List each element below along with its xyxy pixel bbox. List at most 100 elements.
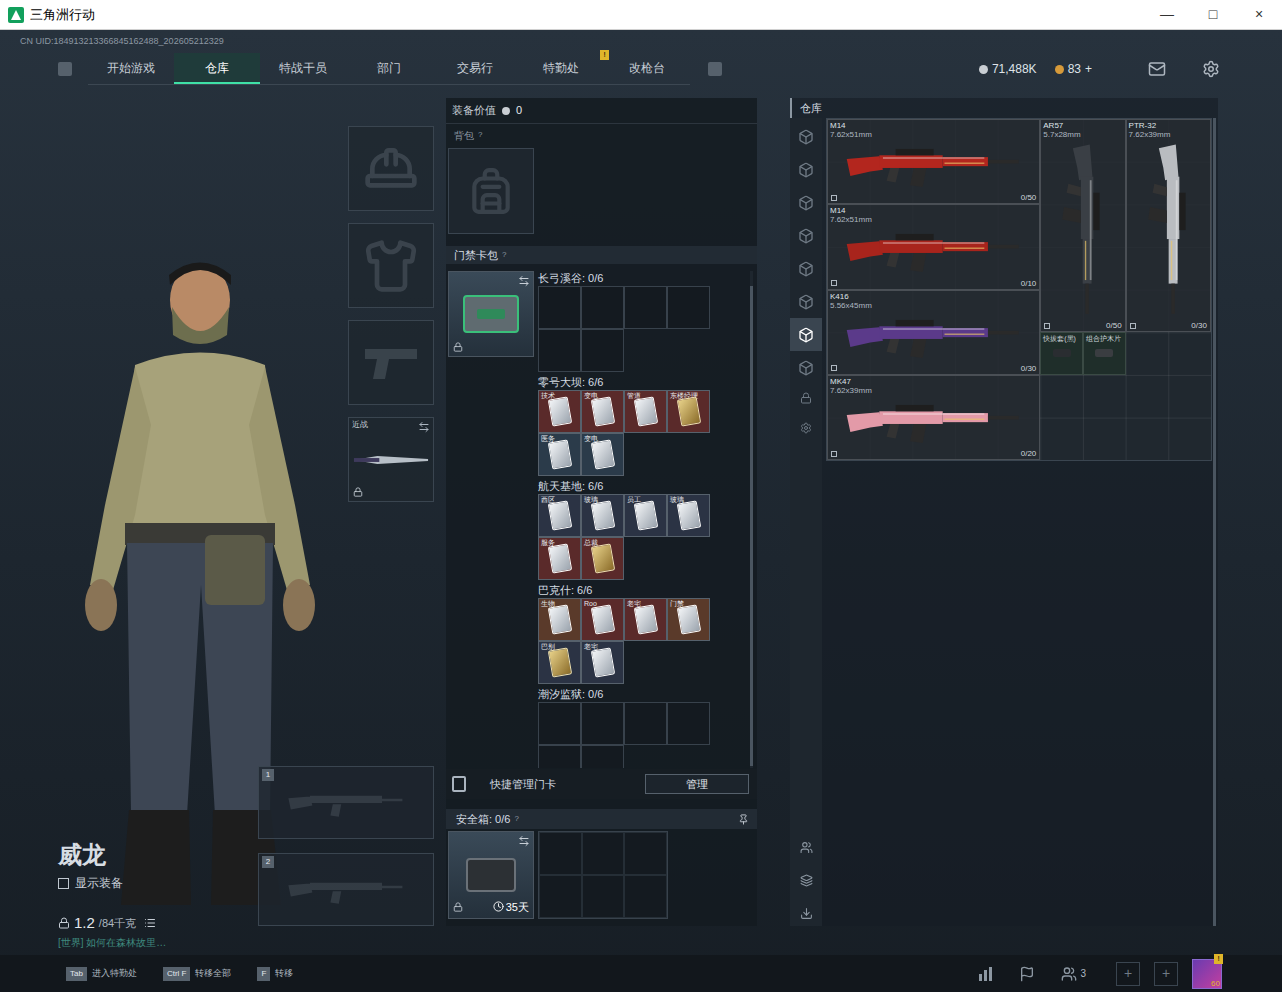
pistol-slot[interactable] [348,320,434,405]
party-slot[interactable]: + [1154,962,1178,986]
keycard-cell[interactable]: Roo [581,598,624,641]
gear-icon[interactable] [1202,60,1220,78]
backpack-slot[interactable] [448,148,534,234]
manage-button[interactable]: 管理 [645,774,749,794]
flag-icon[interactable] [1019,966,1035,982]
empty-keycard-cell[interactable] [538,329,581,372]
weapon-slot[interactable]: 1 [258,766,434,839]
keycard-cell[interactable]: 玻璃 [581,494,624,537]
nav-tab[interactable]: 部门 [346,53,432,84]
nav-tab[interactable]: 仓库 [174,53,260,84]
swap-icon[interactable] [518,835,530,847]
weapon-item[interactable]: MK477.62x39mm0/20 [827,375,1040,460]
warehouse-tab[interactable] [790,351,822,384]
warehouse-tab[interactable] [790,285,822,318]
weapon-item[interactable]: PTR-327.62x39mm0/30 [1126,119,1211,332]
team-storage-icon[interactable] [800,841,813,854]
window-control-button[interactable]: × [1236,0,1282,29]
safe-box-cell[interactable] [582,875,625,918]
mail-icon[interactable] [1148,60,1166,78]
safe-box-cell[interactable] [582,832,625,875]
weapon-item[interactable]: M147.62x51mm0/50 [827,119,1040,204]
warehouse-tab[interactable] [790,186,822,219]
safe-box-slot[interactable]: 35天 [448,831,534,919]
empty-keycard-cell[interactable] [538,702,581,745]
nav-tab[interactable]: 改枪台 [604,53,690,84]
weight-details-icon[interactable] [144,917,156,929]
help-mark[interactable]: ? [502,249,506,261]
keycard-cell[interactable]: 管道 [624,390,667,433]
nav-prev-icon[interactable] [58,62,72,76]
nav-tab[interactable]: 特勤处! [518,53,604,84]
keycard-cell[interactable]: 老宅 [624,598,667,641]
keycard-cell[interactable]: 门禁 [667,598,710,641]
key-hint[interactable]: Tab进入特勤处 [66,967,137,981]
gear-icon[interactable] [800,422,812,434]
empty-keycard-cell[interactable] [538,286,581,329]
nav-next-icon[interactable] [708,62,722,76]
warehouse-scrollbar[interactable] [1213,118,1216,926]
empty-keycard-cell[interactable] [581,286,624,329]
swap-icon[interactable] [518,275,530,287]
empty-keycard-cell[interactable] [581,745,624,768]
safe-box-cell[interactable] [539,832,582,875]
keycard-case[interactable] [448,271,534,357]
sort-icon[interactable] [800,907,813,920]
player-avatar[interactable]: !60 [1192,959,1222,989]
empty-keycard-cell[interactable] [581,702,624,745]
token-add[interactable]: + [1085,60,1092,78]
keycard-cell[interactable]: 技术 [538,390,581,433]
keycard-cell[interactable]: 总裁 [581,537,624,580]
key-hint[interactable]: Ctrl F转移全部 [163,967,232,981]
weapon-item[interactable]: K4165.56x45mm0/30 [827,290,1040,375]
party-slot[interactable]: + [1116,962,1140,986]
empty-keycard-cell[interactable] [624,702,667,745]
empty-keycard-cell[interactable] [667,702,710,745]
helmet-slot[interactable] [348,126,434,211]
warehouse-tab[interactable] [790,219,822,252]
weapon-slot[interactable]: 2 [258,853,434,926]
keycard-cell[interactable]: 巴别 [538,641,581,684]
part-item[interactable]: 组合护木片 [1083,332,1126,375]
weapon-item[interactable]: AR575.7x28mm0/50 [1040,119,1125,332]
scroll-thumb[interactable] [750,286,753,766]
window-control-button[interactable]: — [1144,0,1190,29]
safe-box-cell[interactable] [624,832,667,875]
window-control-button[interactable]: □ [1190,0,1236,29]
empty-keycard-cell[interactable] [538,745,581,768]
keycard-cell[interactable]: 变电 [581,390,624,433]
keycard-cell[interactable]: 东楼经理 [667,390,710,433]
warehouse-tab[interactable] [790,252,822,285]
weapon-item[interactable]: M147.62x51mm0/10 [827,204,1040,289]
keycard-cell[interactable]: 老宅 [581,641,624,684]
keycard-cell[interactable]: 西区 [538,494,581,537]
warehouse-tab[interactable] [790,153,822,186]
part-item[interactable]: 快拔套(黑) [1040,332,1083,375]
safe-box-cell[interactable] [539,875,582,918]
swap-icon[interactable] [418,421,430,433]
friends[interactable]: 3 [1061,966,1086,982]
warehouse-tab[interactable] [790,120,822,153]
empty-keycard-cell[interactable] [581,329,624,372]
stats-icon[interactable] [977,966,993,982]
nav-tab[interactable]: 交易行 [432,53,518,84]
keycard-cell[interactable]: 生物 [538,598,581,641]
keycard-cell[interactable]: 医务 [538,433,581,476]
show-equipment[interactable]: 显示装备 [58,874,240,892]
show-equipment-checkbox[interactable] [58,878,69,889]
lock-icon[interactable] [800,392,812,404]
nav-tab[interactable]: 特战干员 [260,53,346,84]
pin-icon[interactable] [738,814,749,825]
keycard-cell[interactable]: 服务 [538,537,581,580]
scroll-track[interactable] [750,271,753,768]
melee-slot[interactable]: 近战 [348,417,434,502]
warehouse-tab[interactable] [790,318,822,351]
empty-keycard-cell[interactable] [624,286,667,329]
keycard-cell[interactable]: 玻璃 [667,494,710,537]
help-mark[interactable]: ? [514,813,518,825]
nav-tab[interactable]: 开始游戏 [88,53,174,84]
keycard-cell[interactable]: 变电 [581,433,624,476]
help-mark[interactable]: ? [478,129,482,141]
empty-keycard-cell[interactable] [667,286,710,329]
stack-icon[interactable] [800,874,813,887]
